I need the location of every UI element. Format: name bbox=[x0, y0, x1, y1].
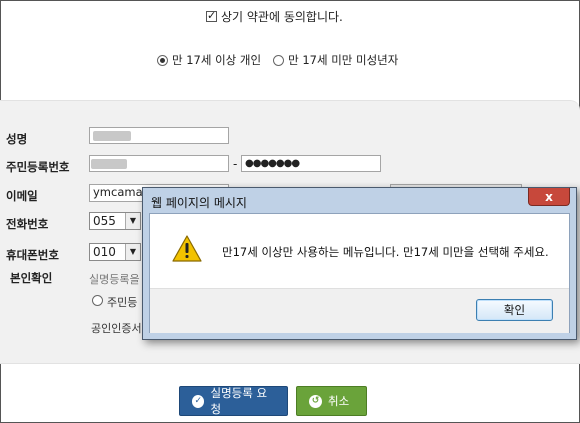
submit-button[interactable]: ✓ 실명등록 요청 bbox=[179, 386, 288, 416]
mobile-prefix-select[interactable]: 010 ▼ bbox=[89, 243, 141, 261]
name-label: 성명 bbox=[6, 132, 28, 146]
dialog-title: 웹 페이지의 메시지 bbox=[151, 196, 247, 210]
verify-label: 본인확인 bbox=[10, 271, 53, 285]
radio-minor-label: 만 17세 미만 미성년자 bbox=[288, 53, 399, 67]
cancel-button[interactable]: ↺ 취소 bbox=[296, 386, 367, 416]
radio-minor[interactable] bbox=[273, 54, 285, 66]
dialog-message: 만17세 이상만 사용하는 메뉴입니다. 만17세 미만을 선택해 주세요. bbox=[222, 245, 549, 259]
check-icon: ✓ bbox=[192, 394, 205, 408]
phone-area-select[interactable]: 055 ▼ bbox=[89, 212, 141, 230]
phone-label: 전화번호 bbox=[6, 217, 49, 231]
user-type-radio-group: 만 17세 이상 개인 만 17세 미만 미성년자 bbox=[157, 52, 398, 68]
cert-text: 공인인증서 bbox=[91, 322, 142, 335]
radio-verify-rrn[interactable] bbox=[92, 295, 103, 306]
alert-dialog: 웹 페이지의 메시지 x 만17세 이상만 사용하는 메뉴입니다. 만17세 미… bbox=[142, 187, 577, 340]
name-input[interactable] bbox=[89, 127, 229, 144]
rrn-back-input[interactable]: ●●●●●●● bbox=[241, 155, 381, 172]
verify-rrn-label: 주민등 bbox=[107, 296, 138, 309]
rrn-separator: - bbox=[233, 157, 238, 171]
cancel-icon: ↺ bbox=[309, 394, 322, 408]
warning-icon bbox=[172, 235, 202, 262]
close-icon: x bbox=[545, 189, 553, 204]
rrn-front-redacted bbox=[91, 159, 127, 169]
mobile-label: 휴대폰번호 bbox=[6, 248, 59, 262]
chevron-down-icon: ▼ bbox=[125, 213, 140, 229]
name-redacted bbox=[93, 131, 131, 141]
dialog-footer: 확인 bbox=[150, 288, 569, 333]
agree-checkbox[interactable] bbox=[206, 9, 217, 22]
chevron-down-icon: ▼ bbox=[125, 244, 140, 260]
agree-label: 상기 약관에 동의합니다. bbox=[221, 9, 343, 24]
cancel-label: 취소 bbox=[328, 394, 350, 408]
phone-area-value: 055 bbox=[93, 214, 116, 228]
email-label: 이메일 bbox=[6, 189, 38, 203]
dialog-close-button[interactable]: x bbox=[528, 188, 570, 206]
agree-row[interactable]: 상기 약관에 동의합니다. bbox=[206, 8, 343, 24]
mobile-prefix-value: 010 bbox=[93, 245, 116, 259]
submit-label: 실명등록 요청 bbox=[210, 386, 268, 416]
rrn-front-input[interactable] bbox=[89, 155, 229, 172]
radio-adult[interactable] bbox=[157, 54, 168, 66]
dialog-body: 만17세 이상만 사용하는 메뉴입니다. 만17세 미만을 선택해 주세요. 확… bbox=[149, 213, 570, 333]
radio-adult-label: 만 17세 이상 개인 bbox=[172, 53, 262, 67]
ok-button[interactable]: 확인 bbox=[476, 299, 553, 321]
dialog-content: 만17세 이상만 사용하는 메뉴입니다. 만17세 미만을 선택해 주세요. bbox=[150, 214, 569, 288]
rrn-label: 주민등록번호 bbox=[6, 160, 70, 174]
